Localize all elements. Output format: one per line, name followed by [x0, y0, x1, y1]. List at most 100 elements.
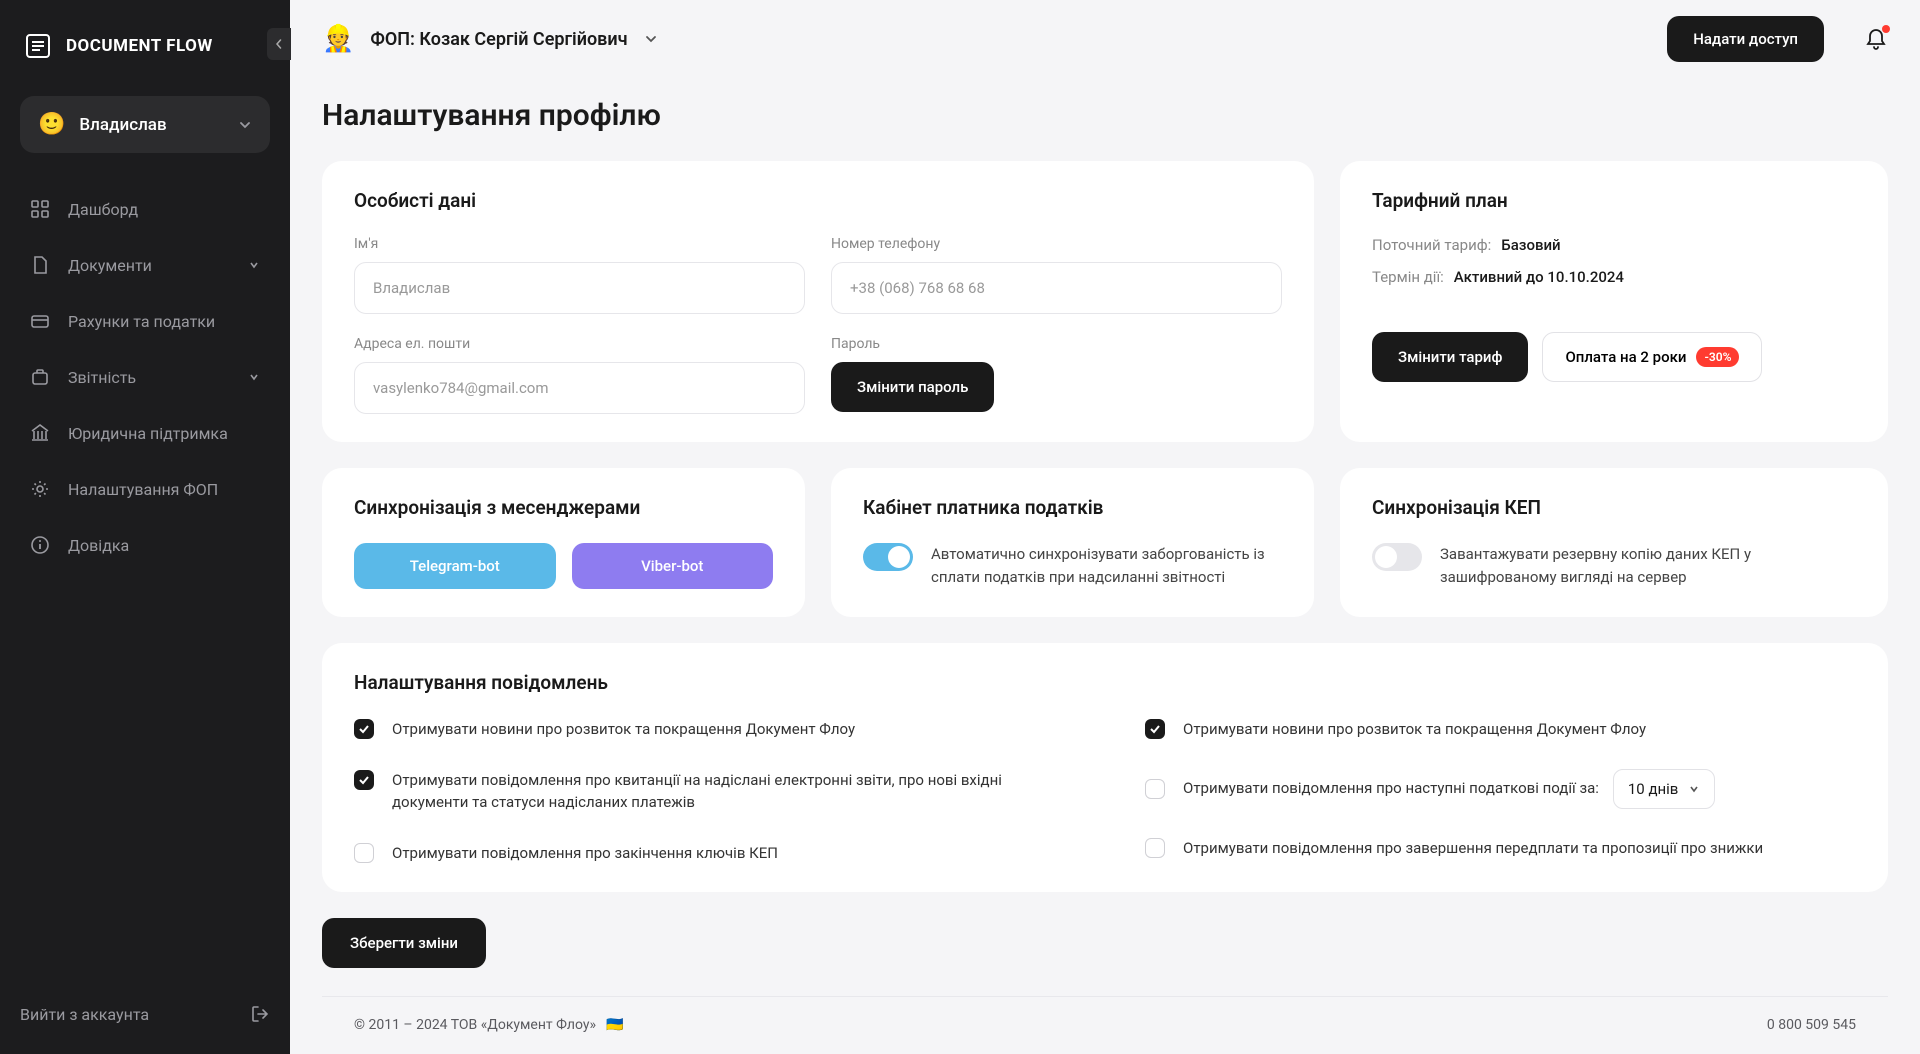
chevron-down-icon	[248, 371, 260, 383]
nav-label: Дашборд	[68, 200, 138, 219]
plan-current-value: Базовий	[1501, 236, 1560, 254]
logo-icon	[24, 32, 52, 60]
gear-icon	[30, 479, 50, 499]
pay-2y-label: Оплата на 2 роки	[1565, 348, 1686, 366]
topbar: 👷 ФОП: Козак Сергій Сергійович Надати до…	[290, 0, 1920, 78]
nav-label: Налаштування ФОП	[68, 480, 218, 499]
briefcase-icon	[30, 367, 50, 387]
notif-checkbox-4[interactable]	[1145, 779, 1165, 799]
nav-label: Рахунки та податки	[68, 312, 215, 331]
user-name: Владислав	[79, 115, 224, 135]
flag-icon: 🇺🇦	[606, 1017, 623, 1033]
main: 👷 ФОП: Козак Сергій Сергійович Надати до…	[290, 0, 1920, 1054]
nav-legal[interactable]: Юридична підтримка	[12, 405, 278, 461]
logout-icon	[250, 1004, 270, 1024]
nav-reports[interactable]: Звітність	[12, 349, 278, 405]
notifications-card: Налаштування повідомлень Отримувати нови…	[322, 643, 1888, 892]
user-card[interactable]: 🙂 Владислав	[20, 96, 270, 153]
notif-label: Отримувати повідомлення про квитанції на…	[392, 769, 1065, 814]
notif-checkbox-0[interactable]	[354, 719, 374, 739]
content: Налаштування профілю Особисті дані Ім'я …	[290, 78, 1920, 1054]
nav: Дашборд Документи Рахунки та податки Зві…	[0, 181, 290, 1004]
plan-term-label: Термін дії:	[1372, 268, 1444, 286]
org-avatar-emoji: 👷	[322, 24, 354, 54]
notif-days-select[interactable]: 10 днів	[1613, 769, 1716, 809]
footer-phone: 0 800 509 545	[1767, 1017, 1856, 1033]
personal-data-card: Особисті дані Ім'я Номер телефону Адреса…	[322, 161, 1314, 442]
logout-button[interactable]: Вийти з аккаунта	[0, 1004, 290, 1054]
pay-2y-button[interactable]: Оплата на 2 роки -30%	[1542, 332, 1762, 382]
sidebar-collapse-button[interactable]	[267, 28, 291, 60]
kep-sync-text: Завантажувати резервну копію даних КЕП у…	[1440, 543, 1856, 588]
info-icon	[30, 535, 50, 555]
notif-label: Отримувати повідомлення про завершення п…	[1183, 837, 1763, 860]
nav-settings-fop[interactable]: Налаштування ФОП	[12, 461, 278, 517]
select-value: 10 днів	[1628, 780, 1679, 798]
kep-sync-toggle[interactable]	[1372, 543, 1422, 571]
chevron-down-icon	[1688, 783, 1700, 795]
change-plan-button[interactable]: Змінити тариф	[1372, 332, 1528, 382]
viber-bot-button[interactable]: Viber-bot	[572, 543, 774, 589]
notif-label: Отримувати новини про розвиток та покращ…	[392, 718, 855, 741]
name-input[interactable]	[354, 262, 805, 314]
nav-dashboard[interactable]: Дашборд	[12, 181, 278, 237]
chevron-left-icon	[274, 39, 284, 49]
name-label: Ім'я	[354, 236, 805, 252]
nav-label: Юридична підтримка	[68, 424, 228, 443]
kep-sync-card: Синхронізація КЕП Завантажувати резервну…	[1340, 468, 1888, 617]
taxpayer-sync-text: Автоматично синхронізувати заборгованіст…	[931, 543, 1282, 588]
taxpayer-card: Кабінет платника податків Автоматично си…	[831, 468, 1314, 617]
card-heading: Особисті дані	[354, 189, 1282, 212]
telegram-bot-button[interactable]: Telegram-bot	[354, 543, 556, 589]
card-heading: Налаштування повідомлень	[354, 671, 1856, 694]
user-avatar-emoji: 🙂	[38, 112, 65, 137]
org-name: ФОП: Козак Сергій Сергійович	[370, 29, 627, 50]
notifications-button[interactable]	[1864, 27, 1888, 51]
notif-checkbox-1[interactable]	[354, 770, 374, 790]
logo[interactable]: DOCUMENT FLOW	[0, 0, 290, 96]
card-heading: Кабінет платника податків	[863, 496, 1282, 519]
grant-access-button[interactable]: Надати доступ	[1667, 16, 1824, 62]
messenger-sync-card: Синхронізація з месенджерами Telegram-bo…	[322, 468, 805, 617]
logo-text: DOCUMENT FLOW	[66, 36, 213, 56]
footer: © 2011 – 2024 ТОВ «Документ Флоу» 🇺🇦 0 8…	[322, 996, 1888, 1054]
phone-input[interactable]	[831, 262, 1282, 314]
notif-label: Отримувати новини про розвиток та покращ…	[1183, 718, 1646, 741]
notif-checkbox-5[interactable]	[1145, 838, 1165, 858]
plan-term-value: Активний до 10.10.2024	[1454, 268, 1624, 286]
email-label: Адреса ел. пошти	[354, 336, 805, 352]
chevron-down-icon	[238, 118, 252, 132]
notif-checkbox-3[interactable]	[1145, 719, 1165, 739]
footer-copyright: © 2011 – 2024 ТОВ «Документ Флоу»	[354, 1017, 596, 1033]
dashboard-icon	[30, 199, 50, 219]
plan-current-label: Поточний тариф:	[1372, 236, 1491, 254]
nav-label: Довідка	[68, 536, 129, 555]
discount-badge: -30%	[1696, 347, 1739, 367]
card-icon	[30, 311, 50, 331]
notif-checkbox-2[interactable]	[354, 843, 374, 863]
bank-icon	[30, 423, 50, 443]
save-button[interactable]: Зберегти зміни	[322, 918, 486, 968]
chevron-down-icon	[248, 259, 260, 271]
page-title: Налаштування профілю	[322, 98, 1888, 133]
change-password-button[interactable]: Змінити пароль	[831, 362, 994, 412]
chevron-down-icon[interactable]	[644, 32, 658, 46]
card-heading: Тарифний план	[1372, 189, 1856, 212]
nav-label: Звітність	[68, 368, 136, 387]
notification-dot	[1882, 25, 1890, 33]
nav-invoices[interactable]: Рахунки та податки	[12, 293, 278, 349]
nav-help[interactable]: Довідка	[12, 517, 278, 573]
sidebar: DOCUMENT FLOW 🙂 Владислав Дашборд Докуме…	[0, 0, 290, 1054]
nav-label: Документи	[68, 256, 152, 275]
notif-label: Отримувати повідомлення про наступні под…	[1183, 777, 1599, 800]
plan-card: Тарифний план Поточний тариф: Базовий Те…	[1340, 161, 1888, 442]
card-heading: Синхронізація з месенджерами	[354, 496, 773, 519]
document-icon	[30, 255, 50, 275]
email-input[interactable]	[354, 362, 805, 414]
notif-label: Отримувати повідомлення про закінчення к…	[392, 842, 778, 865]
taxpayer-sync-toggle[interactable]	[863, 543, 913, 571]
logout-label: Вийти з аккаунта	[20, 1005, 149, 1024]
nav-documents[interactable]: Документи	[12, 237, 278, 293]
password-label: Пароль	[831, 336, 1282, 352]
card-heading: Синхронізація КЕП	[1372, 496, 1856, 519]
